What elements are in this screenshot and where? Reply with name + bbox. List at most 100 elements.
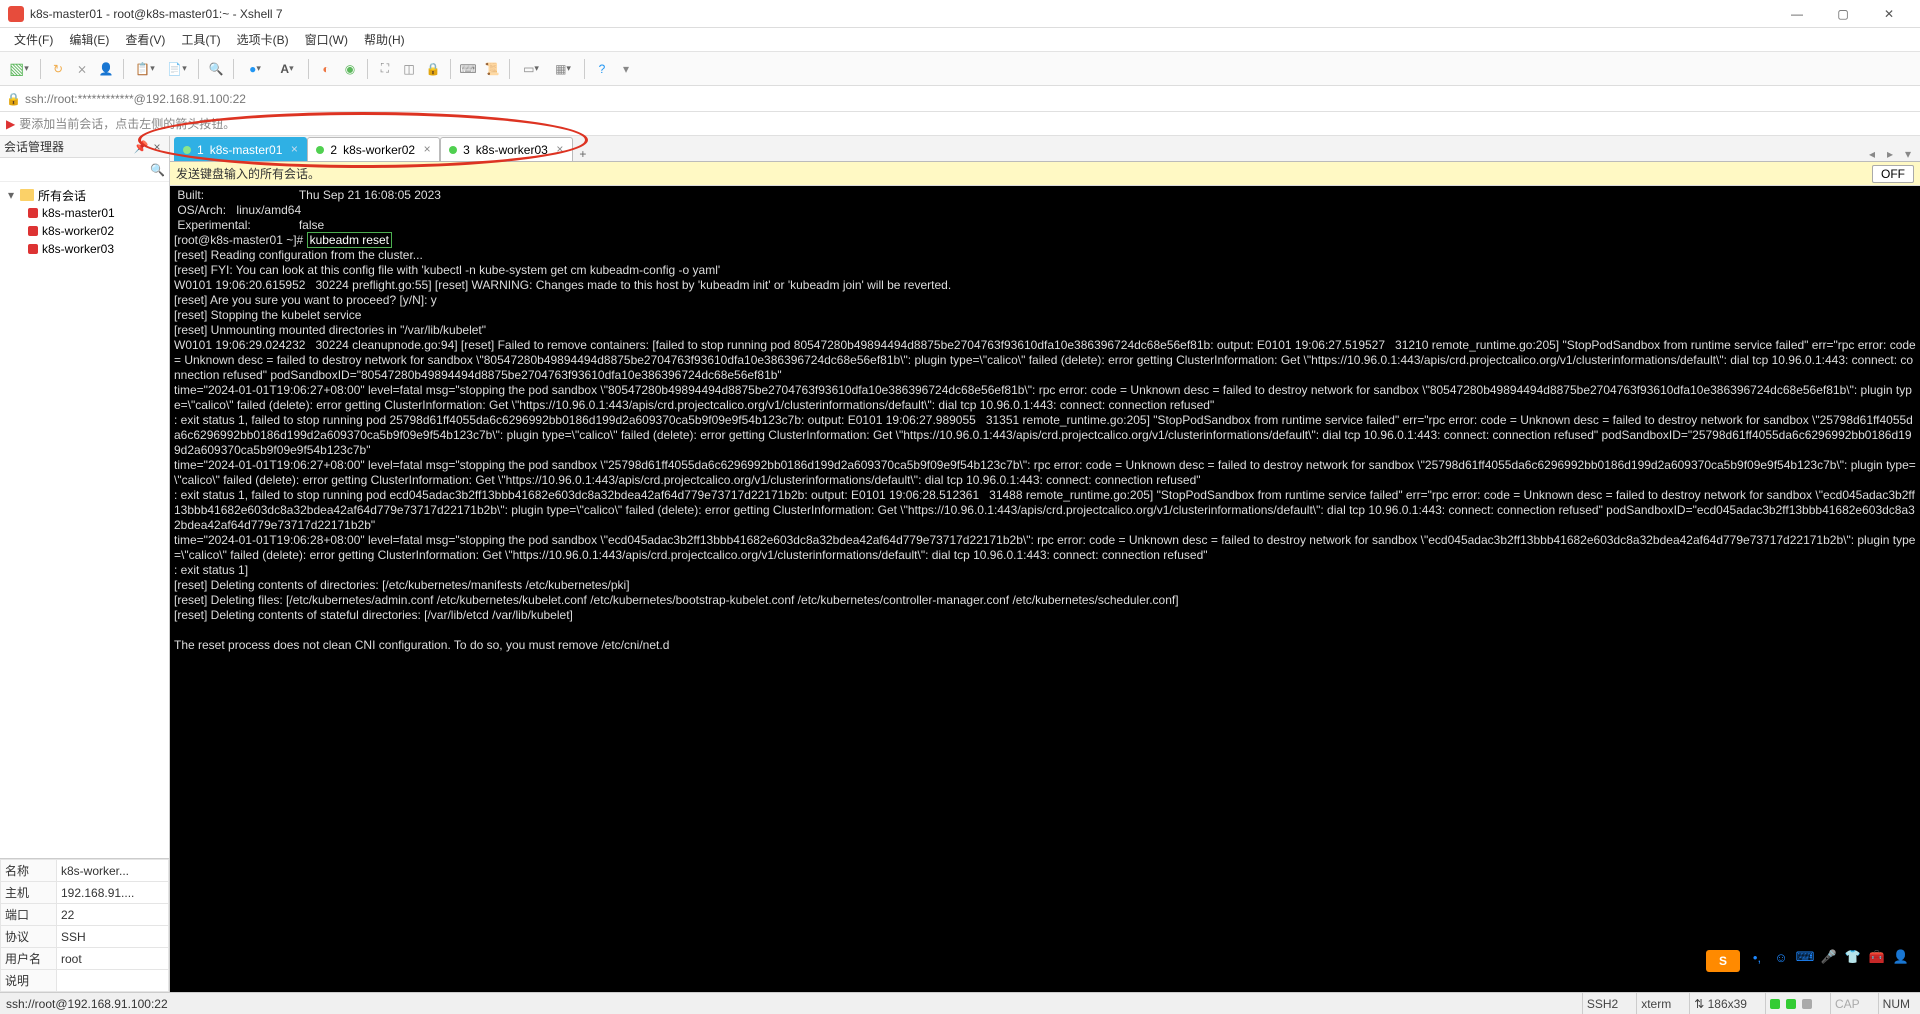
- ime-toolbar: 中 •, ☺ ⌨ 🎤 👕 🧰 👤: [1718, 946, 1916, 968]
- menu-window[interactable]: 窗口(W): [297, 29, 356, 50]
- toolbar: ▧▾ ↻ ⨯ 👤 📋▾ 📄▾ 🔍 ●▾ A▾ ◐ ◉ ⛶ ◫ 🔒 ⌨ 📜 ▭▾ …: [0, 52, 1920, 86]
- status-bar: ssh://root@192.168.91.100:22 SSH2 xterm …: [0, 992, 1920, 1014]
- terminal-output: [reset] Reading configuration from the c…: [174, 248, 1919, 652]
- tab-master01[interactable]: 1 k8s-master01 ×: [174, 137, 307, 161]
- tab-close-icon[interactable]: ×: [421, 143, 433, 155]
- terminal-command: kubeadm reset: [307, 232, 392, 248]
- ime-skin-icon[interactable]: 👕: [1844, 948, 1862, 966]
- menu-edit[interactable]: 编辑(E): [61, 29, 117, 50]
- prop-row-protocol: 协议SSH: [1, 926, 169, 948]
- font-button[interactable]: A▾: [272, 58, 302, 80]
- tab-worker02[interactable]: 2 k8s-worker02 ×: [307, 137, 440, 161]
- new-session-button[interactable]: ▧▾: [4, 58, 34, 80]
- transparent-button[interactable]: ◫: [398, 58, 420, 80]
- hint-bar: ▶ 要添加当前会话，点击左侧的箭头按钮。: [0, 112, 1920, 136]
- tab-close-icon[interactable]: ×: [554, 143, 566, 155]
- layout-horiz-button[interactable]: ▭▾: [516, 58, 546, 80]
- status-connection: ssh://root@192.168.91.100:22: [6, 997, 168, 1011]
- xftp-button[interactable]: ◉: [339, 58, 361, 80]
- ime-punct-icon[interactable]: •,: [1748, 948, 1766, 966]
- tree-item-label: k8s-worker03: [42, 242, 114, 256]
- status-size: ⇅ 186x39: [1689, 993, 1751, 1014]
- find-button[interactable]: 🔍: [205, 58, 227, 80]
- broadcast-toggle[interactable]: OFF: [1872, 165, 1914, 183]
- script-button[interactable]: 📜: [481, 58, 503, 80]
- content-area: 1 k8s-master01 × 2 k8s-worker02 × 3 k8s-…: [170, 136, 1920, 992]
- sogou-ime-icon[interactable]: S: [1706, 950, 1740, 972]
- tab-prev-button[interactable]: ◂: [1864, 147, 1880, 161]
- help-button[interactable]: ?: [591, 58, 613, 80]
- ime-tools-icon[interactable]: 🧰: [1868, 948, 1886, 966]
- panel-close-icon[interactable]: ×: [149, 140, 165, 154]
- tree-root-label: 所有会话: [38, 187, 86, 204]
- menu-tabs[interactable]: 选项卡(B): [229, 29, 297, 50]
- tree-item-master01[interactable]: k8s-master01: [2, 204, 167, 222]
- layout-tile-button[interactable]: ▦▾: [548, 58, 578, 80]
- main-area: 会话管理器 📌 × 🔍 ▾ 所有会话 k8s-master01 k8s-work…: [0, 136, 1920, 992]
- session-properties: 名称k8s-worker... 主机192.168.91.... 端口22 协议…: [0, 858, 169, 992]
- about-button[interactable]: ▾: [615, 58, 637, 80]
- session-manager-title: 会话管理器: [4, 138, 133, 155]
- minimize-button[interactable]: —: [1774, 0, 1820, 28]
- folder-icon: [20, 189, 34, 201]
- address-text[interactable]: ssh://root:************@192.168.91.100:2…: [25, 92, 1914, 106]
- prop-row-name: 名称k8s-worker...: [1, 860, 169, 882]
- led-3-icon: [1802, 999, 1812, 1009]
- prop-row-desc: 说明: [1, 970, 169, 992]
- lock-icon: 🔒: [6, 92, 21, 106]
- xagent-button[interactable]: ◐: [315, 58, 337, 80]
- collapse-icon[interactable]: ▾: [6, 188, 16, 202]
- menu-tools[interactable]: 工具(T): [173, 29, 228, 50]
- disconnect-button[interactable]: ⨯: [71, 58, 93, 80]
- lock-button[interactable]: 🔒: [422, 58, 444, 80]
- ime-keyboard-icon[interactable]: ⌨: [1796, 948, 1814, 966]
- host-icon: [28, 208, 38, 218]
- new-tab-button[interactable]: +: [573, 147, 593, 161]
- menu-file[interactable]: 文件(F): [6, 29, 61, 50]
- keymap-button[interactable]: ⌨: [457, 58, 479, 80]
- prop-row-host: 主机192.168.91....: [1, 882, 169, 904]
- window-title: k8s-master01 - root@k8s-master01:~ - Xsh…: [30, 7, 1774, 21]
- reconnect-button[interactable]: ↻: [47, 58, 69, 80]
- terminal-prompt: [root@k8s-master01 ~]#: [174, 233, 307, 247]
- pin-icon[interactable]: 📌: [133, 140, 149, 154]
- session-search[interactable]: 🔍: [0, 158, 169, 182]
- ime-emoji-icon[interactable]: ☺: [1772, 948, 1790, 966]
- broadcast-text: 发送键盘输入的所有会话。: [176, 165, 1872, 182]
- tab-close-icon[interactable]: ×: [288, 143, 300, 155]
- menu-help[interactable]: 帮助(H): [356, 29, 413, 50]
- status-term: xterm: [1636, 993, 1675, 1014]
- tab-index: 1: [197, 143, 204, 157]
- tab-label: k8s-worker02: [343, 143, 415, 157]
- menubar: 文件(F) 编辑(E) 查看(V) 工具(T) 选项卡(B) 窗口(W) 帮助(…: [0, 28, 1920, 52]
- search-icon: 🔍: [150, 163, 165, 177]
- tab-label: k8s-worker03: [476, 143, 548, 157]
- status-caps: CAP: [1830, 993, 1864, 1014]
- status-leds: [1765, 993, 1816, 1014]
- separator: [450, 59, 451, 79]
- close-button[interactable]: ✕: [1866, 0, 1912, 28]
- tab-list-button[interactable]: ▾: [1900, 147, 1916, 161]
- tab-next-button[interactable]: ▸: [1882, 147, 1898, 161]
- highlight-button[interactable]: ●▾: [240, 58, 270, 80]
- host-icon: [28, 244, 38, 254]
- separator: [584, 59, 585, 79]
- menu-view[interactable]: 查看(V): [117, 29, 173, 50]
- separator: [509, 59, 510, 79]
- session-manager-panel: 会话管理器 📌 × 🔍 ▾ 所有会话 k8s-master01 k8s-work…: [0, 136, 170, 992]
- tree-root[interactable]: ▾ 所有会话: [2, 186, 167, 204]
- maximize-button[interactable]: ▢: [1820, 0, 1866, 28]
- separator: [308, 59, 309, 79]
- status-num: NUM: [1878, 993, 1914, 1014]
- tab-worker03[interactable]: 3 k8s-worker03 ×: [440, 137, 573, 161]
- terminal[interactable]: Built: Thu Sep 21 16:08:05 2023 OS/Arch:…: [170, 186, 1920, 992]
- paste-button[interactable]: 📄▾: [162, 58, 192, 80]
- copy-button[interactable]: 📋▾: [130, 58, 160, 80]
- prop-row-user: 用户名root: [1, 948, 169, 970]
- profile-button[interactable]: 👤: [95, 58, 117, 80]
- fullscreen-button[interactable]: ⛶: [374, 58, 396, 80]
- tree-item-worker03[interactable]: k8s-worker03: [2, 240, 167, 258]
- tree-item-worker02[interactable]: k8s-worker02: [2, 222, 167, 240]
- ime-user-icon[interactable]: 👤: [1892, 948, 1910, 966]
- ime-mic-icon[interactable]: 🎤: [1820, 948, 1838, 966]
